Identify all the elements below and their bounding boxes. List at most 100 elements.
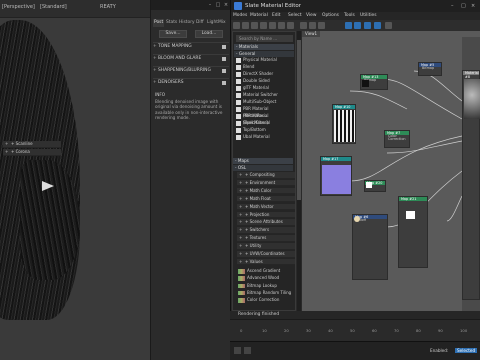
section-tone-mapping[interactable]: + TONE MAPPING — [153, 42, 229, 51]
material-item[interactable]: Double Sided — [235, 78, 293, 85]
group-materials[interactable]: - Materials — [234, 44, 294, 50]
osl-category[interactable]: + Utility — [237, 243, 295, 250]
load-button[interactable]: Load... — [195, 30, 223, 38]
material-item[interactable]: Top/Bottom — [235, 127, 293, 134]
node-thumbnail — [362, 80, 369, 87]
material-item[interactable]: PBR Material (Metal/Rou... — [235, 106, 293, 118]
category-scanline[interactable]: + Scanline — [3, 141, 61, 148]
delete-icon[interactable] — [269, 22, 276, 29]
select-by-material-icon[interactable] — [385, 22, 392, 29]
osl-category[interactable]: + Compositing — [237, 172, 295, 179]
section-denoisers[interactable]: + DENOISERS — [153, 78, 229, 87]
layout-children-icon[interactable] — [354, 22, 361, 29]
maxscript-icon[interactable] — [234, 347, 241, 354]
show-map-icon[interactable] — [300, 22, 307, 29]
menu-material[interactable]: Material — [250, 13, 268, 18]
material-item[interactable]: glTF Material — [235, 85, 293, 92]
section-sharpening-blurring[interactable]: + SHARPENING/BLURRING — [153, 66, 229, 75]
select-tool-icon[interactable] — [233, 22, 240, 29]
layout-icon[interactable] — [318, 22, 325, 29]
osl-category[interactable]: + Projection — [237, 211, 295, 219]
parameter-editor-icon[interactable] — [374, 22, 381, 29]
view-tab[interactable]: View1 — [302, 31, 321, 37]
map-item[interactable]: Color Correction — [237, 297, 295, 304]
node-bitmap-5[interactable]: Map #5 Bitmap — [418, 62, 442, 76]
material-item[interactable]: Material Switcher — [235, 92, 293, 99]
material-item[interactable]: DirectX Shader — [235, 71, 293, 78]
menu-modes[interactable]: Modes — [233, 13, 247, 18]
minimize-icon[interactable]: – — [207, 2, 213, 8]
maximize-icon[interactable]: □ — [215, 2, 221, 8]
material-map-navigator-icon[interactable] — [364, 22, 371, 29]
map-item[interactable]: Bitmap Lookup — [237, 283, 295, 290]
tab-stats[interactable]: Stats — [165, 19, 178, 27]
section-checkbox[interactable] — [222, 57, 226, 61]
menu-edit[interactable]: Edit — [272, 13, 281, 18]
viewport[interactable]: [Perspective] [Standard] REATY — [0, 0, 150, 360]
close-icon[interactable]: × — [223, 2, 229, 8]
lock-icon[interactable] — [244, 347, 251, 354]
category-corona[interactable]: + Corona — [3, 149, 61, 156]
osl-category[interactable]: + Scene Attributes — [237, 219, 295, 226]
tab-history[interactable]: History — [178, 19, 196, 27]
node-white-swatch — [366, 182, 372, 188]
material-item[interactable]: Ubal Material — [235, 134, 293, 141]
viewport-label[interactable]: [Perspective] — [2, 4, 35, 10]
close-icon[interactable]: × — [471, 3, 475, 9]
osl-category[interactable]: + Math Float — [237, 195, 295, 203]
section-checkbox[interactable] — [222, 69, 226, 73]
maximize-icon[interactable]: □ — [461, 3, 466, 9]
move-children-icon[interactable] — [278, 22, 285, 29]
osl-category[interactable]: + UVW/Coordinates — [237, 251, 295, 258]
viewport-shading-label[interactable]: [Standard] — [40, 4, 67, 10]
group-osl[interactable]: - OSL — [233, 165, 293, 171]
osl-category[interactable]: + Environment — [237, 179, 295, 187]
node-color-21[interactable]: Map #21 — [398, 196, 428, 268]
section-bloom-glare[interactable]: + BLOOM AND GLARE — [153, 54, 229, 63]
layout-all-icon[interactable] — [345, 22, 352, 29]
osl-category[interactable]: + Switchers — [237, 227, 295, 234]
hide-unused-icon[interactable] — [287, 22, 294, 29]
material-item[interactable]: Blend — [235, 64, 293, 71]
search-input[interactable]: Search by Name ... — [236, 35, 293, 42]
tab-diff[interactable]: Diff — [195, 19, 205, 27]
pick-material-icon[interactable] — [242, 22, 249, 29]
minimize-icon[interactable]: – — [451, 3, 454, 9]
node-hair-material-8[interactable]: Material #8 — [462, 70, 480, 300]
selected-dropdown[interactable]: Selected — [455, 348, 478, 353]
section-checkbox[interactable] — [222, 45, 226, 49]
material-item[interactable]: Multi/Sub-Object — [235, 99, 293, 106]
menu-utilities[interactable]: Utilities — [360, 13, 377, 18]
status-bar: Rendering finished — [230, 311, 480, 319]
section-checkbox[interactable] — [222, 81, 226, 85]
expand-icon: + — [153, 56, 157, 61]
node-noise-17[interactable]: Map #17 — [320, 156, 352, 196]
timeline-tick: 60 — [372, 328, 377, 333]
put-material-icon[interactable] — [251, 22, 258, 29]
map-item[interactable]: Bitmap Random Tiling — [237, 290, 295, 297]
map-item[interactable]: Advanced Wood — [237, 275, 295, 282]
menu-select[interactable]: Select — [288, 13, 302, 18]
osl-category[interactable]: + Textures — [237, 235, 295, 242]
node-gradient-10[interactable]: Map #10 — [332, 104, 356, 144]
material-item[interactable]: PBR Material (Spec/Gloss) — [235, 113, 293, 125]
osl-category[interactable]: + Values — [237, 258, 295, 266]
osl-category[interactable]: + Math Vector — [237, 203, 295, 211]
expand-icon: + — [153, 44, 157, 49]
menu-view[interactable]: View — [306, 13, 316, 18]
save-button[interactable]: Save... — [159, 30, 187, 38]
assign-material-icon[interactable] — [260, 22, 267, 29]
tab-lightmix[interactable]: LightMix — [206, 19, 227, 27]
map-item[interactable]: Ascend Gradient — [237, 268, 295, 275]
material-item[interactable]: Physical Material — [235, 57, 293, 64]
menu-options[interactable]: Options — [322, 13, 339, 18]
node-falloff-6[interactable]: Map #6 Falloff — [352, 214, 388, 280]
show-background-icon[interactable] — [309, 22, 316, 29]
group-maps[interactable]: - Maps — [233, 158, 293, 164]
osl-category[interactable]: + Math Color — [237, 187, 295, 195]
browser-scroll-thumb[interactable] — [297, 40, 301, 200]
tab-post[interactable]: Post — [153, 19, 165, 27]
node-color-correction-7[interactable]: Map #7 Color Correction — [384, 130, 410, 148]
material-item[interactable]: Shell Material — [235, 120, 293, 127]
menu-tools[interactable]: Tools — [344, 13, 355, 18]
